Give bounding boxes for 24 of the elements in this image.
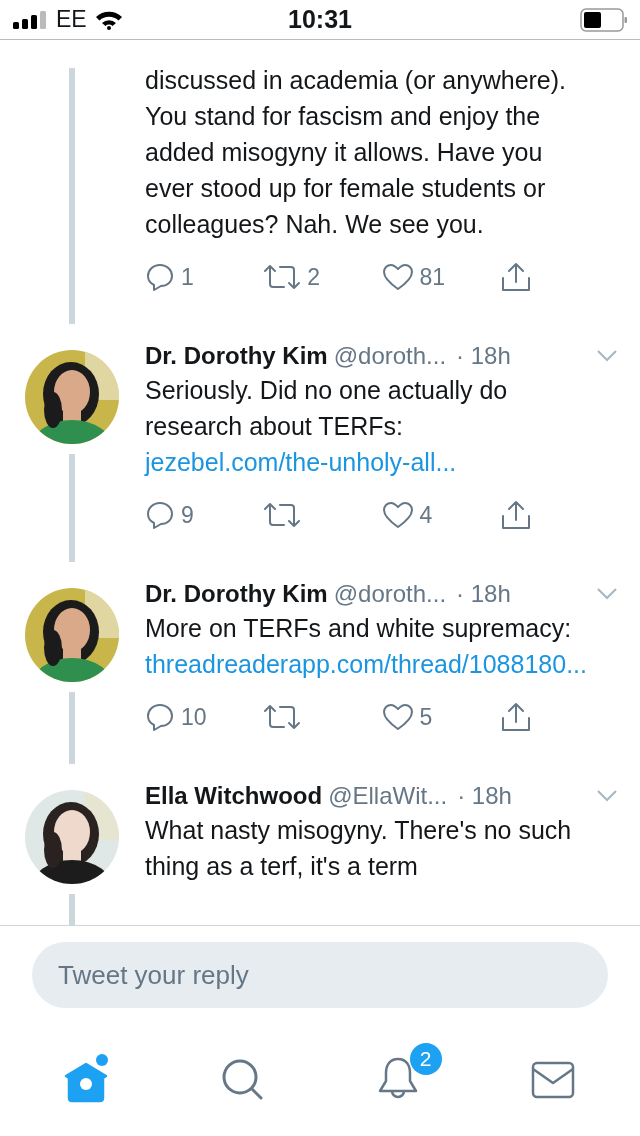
user-handle: @EllaWit...: [328, 782, 448, 810]
tweet-text: More on TERFs and white supremacy: threadreaderapp.com/thread/1088180...: [145, 613, 588, 680]
tweet-time: · 18h: [457, 782, 512, 810]
reply-count: 1: [181, 263, 194, 291]
user-handle: @doroth...: [333, 342, 447, 370]
like-count: 5: [419, 703, 433, 731]
clock-time: 10:31: [288, 5, 352, 34]
tweet-time: · 18h: [456, 580, 511, 608]
like-count: 4: [419, 501, 433, 529]
tweet-text: discussed in academia (or anywhere). You stand for fascism and enjoy the added misogyny it allows. Have you ever stood up for female students or colleagues? Nah. We see you.: [145, 65, 568, 240]
tweet-text: What nasty misogyny. There's no such thing as a terf, it's a term: [145, 815, 573, 882]
user-name[interactable]: Dr. Dorothy Kim: [145, 580, 328, 608]
tweet-text: Seriously. Did no one actually do research about TERFs: jezebel.com/the-unholy-all...: [145, 375, 509, 478]
notification-badge: 2: [409, 1043, 442, 1075]
retweet-count: 2: [307, 263, 321, 291]
tweet-time: · 18h: [456, 342, 511, 370]
carrier-name: EE: [56, 6, 87, 33]
reply-count: 9: [181, 501, 194, 529]
reply-count: 10: [181, 703, 207, 731]
like-count: 81: [419, 263, 446, 291]
user-name[interactable]: Ella Witchwood: [145, 782, 323, 810]
user-handle: @doroth...: [333, 580, 447, 608]
reply-field[interactable]: Tweet your reply: [32, 942, 608, 1008]
user-name[interactable]: Dr. Dorothy Kim: [145, 342, 328, 370]
